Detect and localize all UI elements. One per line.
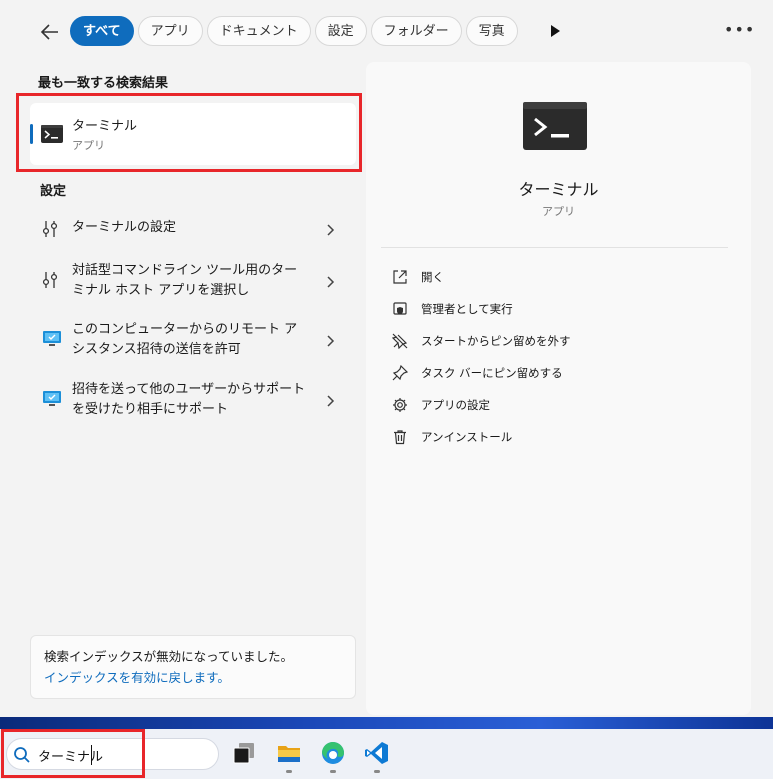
gear-icon — [393, 398, 407, 412]
action-label: スタートからピン留めを外す — [421, 334, 571, 348]
back-arrow-icon[interactable] — [38, 20, 62, 44]
unpin-icon — [392, 333, 408, 349]
running-indicator — [330, 770, 336, 773]
filter-all[interactable]: すべて — [70, 16, 134, 46]
running-indicator — [286, 770, 292, 773]
divider — [381, 247, 728, 248]
text-caret — [91, 745, 92, 765]
terminal-icon — [41, 125, 63, 143]
shield-icon — [393, 302, 407, 315]
chevron-right-icon — [327, 224, 335, 236]
index-notice: 検索インデックスが無効になっていました。 インデックスを有効に戻します。 — [30, 635, 356, 699]
action-run-as-admin[interactable]: 管理者として実行 — [392, 299, 513, 319]
selection-indicator — [30, 124, 33, 144]
action-pin-taskbar[interactable]: タスク バーにピン留めする — [392, 363, 563, 383]
setting-item-label: このコンピューターからのリモート アシスタンス招待の送信を許可 — [72, 322, 298, 357]
search-panel: すべて アプリ ドキュメント 設定 フォルダー 写真 ••• 最も一致する検索結… — [0, 0, 773, 717]
result-type: アプリ — [72, 139, 105, 152]
setting-item[interactable]: 対話型コマンドライン ツール用のターミナル ホスト アプリを選択し — [30, 261, 356, 303]
action-label: アンインストール — [421, 430, 513, 444]
taskbar: ターミナル — [0, 729, 773, 779]
pin-icon — [392, 365, 408, 381]
file-explorer-icon[interactable] — [276, 740, 302, 766]
action-uninstall[interactable]: アンインストール — [392, 427, 512, 447]
trash-icon — [394, 430, 406, 445]
setting-item-label: 招待を送って他のユーザーからサポートを受けたり相手にサポート — [72, 382, 306, 417]
preview-subtitle: アプリ — [542, 205, 575, 218]
preview-title: ターミナル — [518, 180, 599, 199]
filter-folders[interactable]: フォルダー — [370, 16, 462, 46]
preview-pane: ターミナル アプリ 開く 管理者として実行 スタートからピン留めを外す タスク … — [366, 62, 751, 715]
settings-sliders-icon — [42, 272, 58, 288]
setting-item-label: 対話型コマンドライン ツール用のターミナル ホスト アプリを選択し — [72, 263, 298, 298]
best-match-result[interactable]: ターミナル アプリ — [30, 103, 356, 165]
filter-chips: すべて アプリ ドキュメント 設定 フォルダー 写真 — [70, 16, 518, 46]
setting-item-label: ターミナルの設定 — [72, 220, 177, 235]
task-view-icon[interactable] — [231, 740, 257, 766]
play-more-icon[interactable] — [548, 22, 562, 40]
chevron-right-icon — [327, 335, 335, 347]
setting-item[interactable]: 招待を送って他のユーザーからサポートを受けたり相手にサポート — [30, 380, 356, 422]
chevron-right-icon — [327, 276, 335, 288]
filter-apps[interactable]: アプリ — [137, 16, 203, 46]
filter-settings[interactable]: 設定 — [314, 16, 367, 46]
filter-documents[interactable]: ドキュメント — [206, 16, 311, 46]
action-label: 管理者として実行 — [421, 302, 513, 316]
filter-photos[interactable]: 写真 — [465, 16, 518, 46]
running-indicator — [374, 770, 380, 773]
action-label: アプリの設定 — [421, 398, 490, 412]
remote-pc-icon — [43, 391, 61, 406]
desktop-wallpaper-strip — [0, 717, 773, 729]
search-icon — [14, 747, 30, 763]
open-external-icon — [393, 270, 407, 284]
settings-heading: 設定 — [40, 184, 67, 199]
enable-index-link[interactable]: インデックスを有効に戻します。 — [44, 667, 342, 688]
setting-item[interactable]: このコンピューターからのリモート アシスタンス招待の送信を許可 — [30, 320, 356, 362]
taskbar-search-box[interactable]: ターミナル — [6, 738, 219, 770]
action-label: タスク バーにピン留めする — [421, 366, 563, 380]
action-unpin-start[interactable]: スタートからピン留めを外す — [392, 331, 571, 351]
vscode-icon[interactable] — [364, 740, 390, 766]
terminal-large-icon — [523, 102, 587, 150]
setting-item[interactable]: ターミナルの設定 — [30, 216, 356, 242]
result-name: ターミナル — [72, 119, 138, 134]
action-app-settings[interactable]: アプリの設定 — [392, 395, 490, 415]
settings-sliders-icon — [42, 221, 58, 237]
index-notice-text: 検索インデックスが無効になっていました。 — [44, 649, 294, 664]
more-options-icon[interactable]: ••• — [724, 20, 755, 39]
search-input[interactable]: ターミナル — [38, 746, 103, 765]
action-open[interactable]: 開く — [392, 267, 444, 287]
action-label: 開く — [421, 270, 444, 284]
edge-icon[interactable] — [320, 740, 346, 766]
chevron-right-icon — [327, 395, 335, 407]
best-match-heading: 最も一致する検索結果 — [38, 76, 169, 91]
remote-pc-icon — [43, 331, 61, 346]
